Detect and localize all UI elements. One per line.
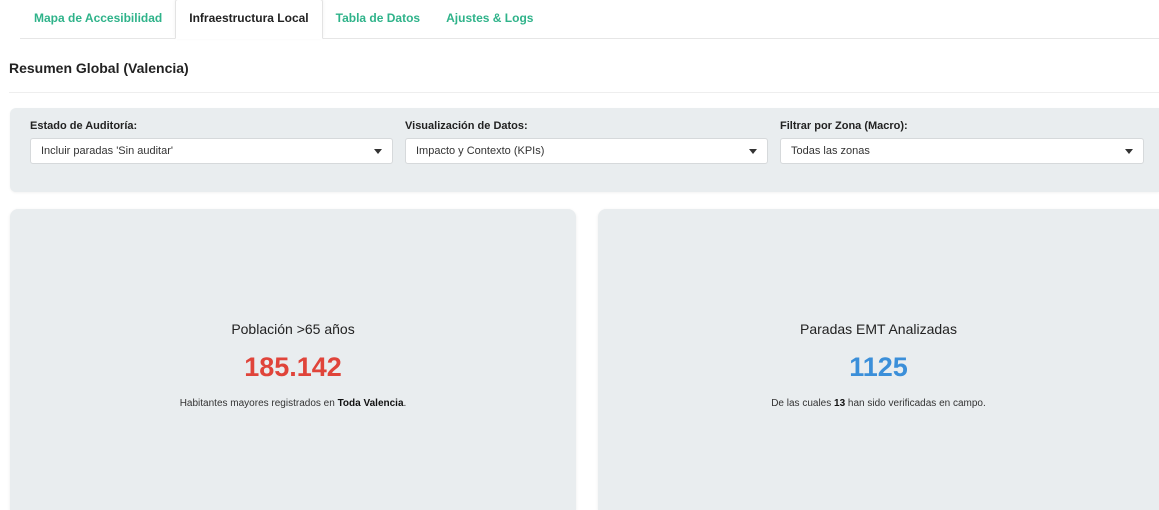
filter-panel: Estado de Auditoría: Incluir paradas 'Si… <box>10 108 1159 192</box>
page-title: Resumen Global (Valencia) <box>9 60 189 76</box>
chevron-down-icon <box>1125 148 1133 154</box>
population-kpi-card: Población >65 años 185.142 Habitantes ma… <box>10 209 576 510</box>
tab-tabla-datos[interactable]: Tabla de Datos <box>323 0 433 38</box>
stops-kpi-card: Paradas EMT Analizadas 1125 De las cuale… <box>598 209 1159 510</box>
zone-filter: Filtrar por Zona (Macro): Todas las zona… <box>780 120 1144 164</box>
zone-label: Filtrar por Zona (Macro): <box>780 120 908 132</box>
audit-state-label: Estado de Auditoría: <box>30 120 138 132</box>
title-divider <box>9 92 1159 93</box>
audit-state-filter: Estado de Auditoría: Incluir paradas 'Si… <box>30 120 393 164</box>
population-kpi-value: 185.142 <box>244 352 342 382</box>
population-kpi-title: Población >65 años <box>231 321 355 337</box>
stops-kpi-value: 1125 <box>849 352 908 382</box>
visualization-label: Visualización de Datos: <box>405 120 528 132</box>
audit-state-select[interactable]: Incluir paradas 'Sin auditar' <box>30 138 393 164</box>
audit-state-value: Incluir paradas 'Sin auditar' <box>41 145 173 157</box>
stops-kpi-description: De las cuales 13 han sido verificadas en… <box>771 398 986 409</box>
zone-value: Todas las zonas <box>791 145 870 157</box>
chevron-down-icon <box>749 148 757 154</box>
tab-bar: Mapa de Accesibilidad Infraestructura Lo… <box>20 0 1159 39</box>
tab-infraestructura-local[interactable]: Infraestructura Local <box>175 0 323 39</box>
visualization-value: Impacto y Contexto (KPIs) <box>416 145 545 157</box>
chevron-down-icon <box>374 148 382 154</box>
visualization-filter: Visualización de Datos: Impacto y Contex… <box>405 120 768 164</box>
tab-mapa-accesibilidad[interactable]: Mapa de Accesibilidad <box>20 0 175 38</box>
zone-select[interactable]: Todas las zonas <box>780 138 1144 164</box>
tab-ajustes-logs[interactable]: Ajustes & Logs <box>433 0 546 38</box>
stops-kpi-title: Paradas EMT Analizadas <box>800 321 957 337</box>
visualization-select[interactable]: Impacto y Contexto (KPIs) <box>405 138 768 164</box>
population-kpi-description: Habitantes mayores registrados en Toda V… <box>179 398 407 409</box>
